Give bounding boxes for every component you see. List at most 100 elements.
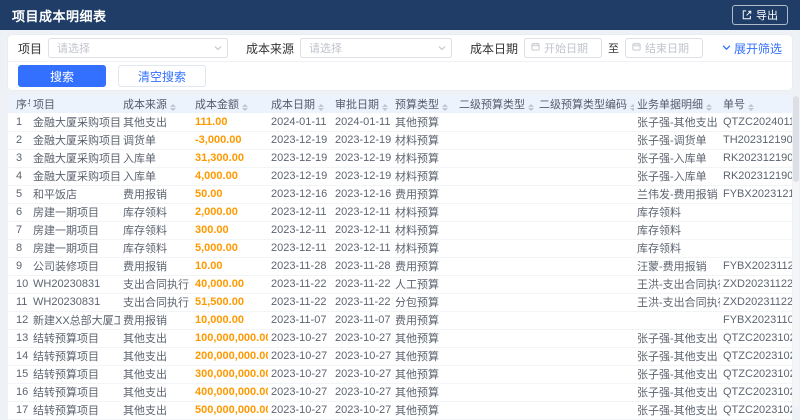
table-row: 7 房建一期项目 库存领料 300.00 2023-12-11 2023-12-11 材料预… (8, 221, 792, 240)
vertical-scrollbar[interactable] (793, 96, 799, 407)
cell-sub-budget-type (456, 383, 536, 402)
date-start-placeholder: 开始日期 (544, 43, 589, 55)
column-header-doc-no[interactable]: 单号 (720, 95, 792, 113)
sort-icon[interactable] (318, 104, 324, 111)
cell-biz-doc-detail: 库存领料 (634, 221, 720, 240)
sort-icon[interactable] (748, 104, 754, 111)
cell-biz-doc-detail: 张子强-入库单 (634, 149, 720, 168)
cell-sub-budget-type (456, 329, 536, 348)
cell-doc-no: QTZC20231027002 (720, 329, 792, 348)
sort-icon[interactable] (442, 104, 448, 111)
cell-cost-source: 其他支出 (120, 347, 192, 366)
cell-sub-budget-type (456, 185, 536, 204)
cell-biz-doc-detail (634, 311, 720, 330)
table-row: 17 结转预算项目 其他支出 500,000,000.00 2023-10-27 2023… (8, 401, 792, 420)
cell-budget-type: 材料预算 (392, 203, 456, 222)
cell-doc-no: FYBX20231216001 (720, 185, 792, 204)
cell-approval-date: 2023-10-27 (332, 347, 392, 366)
cell-cost-amount: 300,000,000.00 (192, 365, 268, 384)
cell-sub-budget-code (536, 113, 634, 132)
date-separator: 至 (608, 43, 620, 55)
column-header-biz-doc-detail[interactable]: 业务单据明细 (634, 95, 720, 113)
date-end-placeholder: 结束日期 (645, 43, 690, 55)
cell-cost-source: 其他支出 (120, 365, 192, 384)
clear-search-button[interactable]: 清空搜索 (118, 65, 206, 87)
cell-cost-amount: 31,300.00 (192, 149, 268, 168)
cell-biz-doc-detail: 兰伟发-费用报销 (634, 185, 720, 204)
cell-cost-date: 2023-12-11 (268, 203, 332, 222)
date-filter-label: 成本日期 (470, 41, 519, 56)
expand-filters-link[interactable]: 展开筛选 (722, 40, 782, 57)
date-end-input[interactable]: 结束日期 (625, 38, 704, 58)
column-header-budget-type[interactable]: 预算类型 (392, 95, 456, 113)
column-header-project: 项目 (30, 95, 120, 113)
table-row: 13 结转预算项目 其他支出 100,000,000.00 2023-10-27 2023… (8, 329, 792, 348)
column-header-sub-budget-code[interactable]: 二级预算类型编码 (536, 95, 634, 113)
cell-approval-date: 2023-12-11 (332, 221, 392, 240)
cell-project: 房建一期项目 (30, 203, 120, 222)
cell-budget-type: 费用预算 (392, 185, 456, 204)
cell-cost-source: 调货单 (120, 131, 192, 150)
cell-project: 结转预算项目 (30, 401, 120, 420)
cell-cost-amount: 200,000,000.00 (192, 347, 268, 366)
cell-cost-date: 2023-12-11 (268, 221, 332, 240)
table-row: 15 结转预算项目 其他支出 300,000,000.00 2023-10-27 2023… (8, 365, 792, 384)
column-header-cost-source[interactable]: 成本来源 (120, 95, 192, 113)
cell-sub-budget-code (536, 365, 634, 384)
cell-cost-source: 库存领料 (120, 239, 192, 258)
column-label: 二级预算类型编码 (539, 99, 627, 111)
cell-cost-source: 库存领料 (120, 221, 192, 240)
cell-cost-date: 2023-12-16 (268, 185, 332, 204)
cell-cost-date: 2023-11-22 (268, 293, 332, 312)
cell-approval-date: 2023-10-27 (332, 383, 392, 402)
cell-approval-date: 2023-12-16 (332, 185, 392, 204)
cell-budget-type: 其他预算 (392, 113, 456, 132)
cell-sub-budget-type (456, 311, 536, 330)
scrollbar-thumb[interactable] (793, 96, 799, 182)
cell-cost-amount: 300.00 (192, 221, 268, 240)
project-select[interactable]: 请选择 (48, 38, 229, 58)
cell-doc-no: FYBX20231128001 (720, 257, 792, 276)
cell-biz-doc-detail: 张子强-其他支出 (634, 401, 720, 420)
column-header-approval-date[interactable]: 审批日期 (332, 95, 392, 113)
calendar-icon (531, 42, 540, 54)
cell-doc-no: ZXD20231122002 (720, 275, 792, 294)
cell-sub-budget-code (536, 167, 634, 186)
sort-icon[interactable] (706, 104, 712, 111)
cost-detail-table: 序号项目 成本来源 成本金额 成本日期 审批日期 预算类型 二级预算类型 二级预算类型编码业务… (8, 95, 792, 420)
column-header-cost-date[interactable]: 成本日期 (268, 95, 332, 113)
cell-budget-type: 材料预算 (392, 167, 456, 186)
cell-doc-no: QTZC20231027004 (720, 365, 792, 384)
column-label: 审批日期 (335, 99, 379, 111)
sort-icon[interactable] (170, 104, 176, 111)
cell-biz-doc-detail: 张子强-其他支出 (634, 383, 720, 402)
search-button[interactable]: 搜索 (18, 65, 106, 87)
source-select[interactable]: 请选择 (300, 38, 453, 58)
column-label: 项目 (33, 99, 55, 111)
cell-project: 新建XX总部大厦工程二期 (30, 311, 120, 330)
cell-cost-source: 费用报销 (120, 257, 192, 276)
sort-icon[interactable] (242, 104, 248, 111)
sort-icon[interactable] (528, 104, 534, 111)
cell-sub-budget-type (456, 347, 536, 366)
column-label: 单号 (723, 99, 745, 111)
cell-doc-no: RK20231219003 (720, 149, 792, 168)
table-row: 4 金融大厦采购项目 入库单 4,000.00 2023-12-19 2023-12-19… (8, 167, 792, 186)
cell-cost-amount: 2,000.00 (192, 203, 268, 222)
sort-icon[interactable] (382, 104, 388, 111)
column-label: 成本日期 (271, 99, 315, 111)
column-label: 二级预算类型 (459, 99, 525, 111)
cell-index: 12 (8, 311, 30, 330)
cell-sub-budget-code (536, 131, 634, 150)
export-button[interactable]: 导出 (732, 5, 788, 25)
column-label: 序号 (16, 99, 30, 111)
column-header-sub-budget-type[interactable]: 二级预算类型 (456, 95, 536, 113)
sort-icon[interactable] (630, 104, 634, 111)
date-start-input[interactable]: 开始日期 (524, 38, 603, 58)
cell-index: 16 (8, 383, 30, 402)
cell-cost-source: 支出合同执行 (120, 293, 192, 312)
cell-sub-budget-code (536, 383, 634, 402)
cell-biz-doc-detail: 库存领料 (634, 203, 720, 222)
cell-sub-budget-type (456, 239, 536, 258)
column-header-cost-amount[interactable]: 成本金额 (192, 95, 268, 113)
